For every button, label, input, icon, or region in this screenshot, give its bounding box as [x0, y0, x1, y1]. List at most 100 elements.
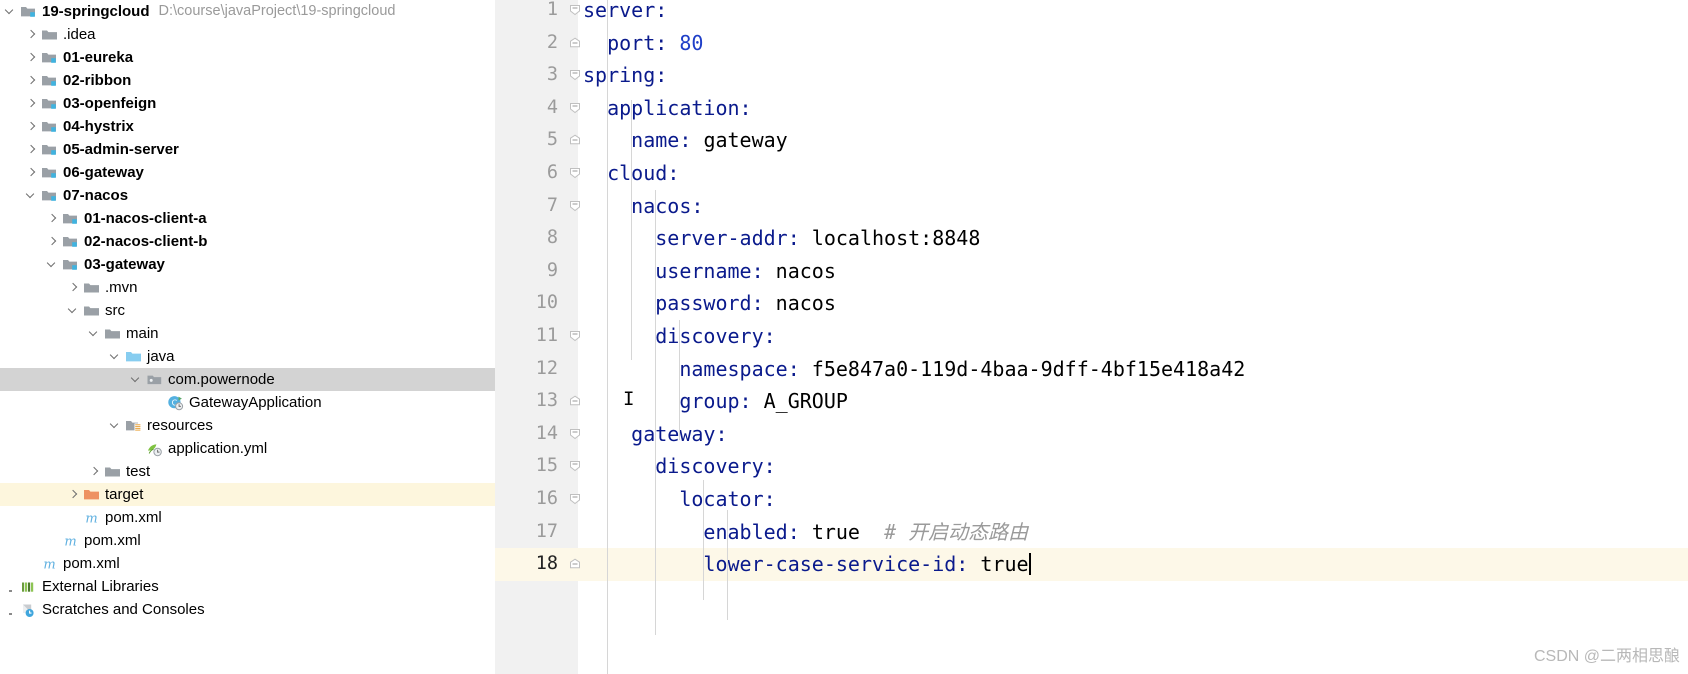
fold-end-icon[interactable]	[569, 27, 583, 49]
chevron-right-icon[interactable]	[25, 166, 38, 179]
code-line[interactable]: 7 nacos:	[495, 190, 1688, 223]
code-editor[interactable]: 1 server: 2 port: 80 3 spring: 4 application:…	[495, 0, 1688, 674]
code-text[interactable]: server:	[583, 0, 667, 27]
code-line[interactable]: 10 password: nacos	[495, 287, 1688, 320]
chevron-down-icon[interactable]	[67, 304, 80, 317]
chevron-right-icon[interactable]	[25, 74, 38, 87]
tree-node[interactable]: 06-gateway	[0, 161, 495, 184]
chevron-down-icon[interactable]	[130, 373, 143, 386]
chevron-right-icon[interactable]	[25, 143, 38, 156]
tree-node[interactable]: main	[0, 322, 495, 345]
code-line[interactable]: 16 locator:	[495, 483, 1688, 516]
chevron-down-icon[interactable]	[46, 258, 59, 271]
tree-node[interactable]: Scratches and Consoles	[0, 598, 495, 621]
chevron-down-icon[interactable]	[4, 5, 17, 18]
project-tool-window[interactable]: 19-springcloud D:\course\javaProject\19-s…	[0, 0, 495, 674]
fold-collapse-icon[interactable]	[569, 450, 583, 472]
code-line[interactable]: 2 port: 80	[495, 27, 1688, 60]
chevron-right-icon[interactable]	[25, 51, 38, 64]
chevron-right-icon[interactable]	[25, 28, 38, 41]
fold-collapse-icon[interactable]	[569, 483, 583, 505]
code-text[interactable]: username: nacos	[583, 255, 836, 288]
tree-node[interactable]: com.powernode	[0, 368, 495, 391]
editor-lines[interactable]: 1 server: 2 port: 80 3 spring: 4 application:…	[495, 0, 1688, 581]
code-text[interactable]: server-addr: localhost:8848	[583, 222, 980, 255]
tree-node[interactable]: 01-nacos-client-a	[0, 207, 495, 230]
tree-node[interactable]: 04-hystrix	[0, 115, 495, 138]
tree-node[interactable]: application.yml	[0, 437, 495, 460]
code-text[interactable]: cloud:	[583, 157, 679, 190]
fold-end-icon[interactable]	[569, 385, 583, 407]
chevron-down-icon[interactable]	[109, 350, 122, 363]
code-text[interactable]: discovery:	[583, 320, 775, 353]
tree-node[interactable]: .idea	[0, 23, 495, 46]
chevron-right-icon[interactable]	[67, 281, 80, 294]
tree-node[interactable]: test	[0, 460, 495, 483]
chevron-right-icon[interactable]	[25, 120, 38, 133]
chevron-down-icon[interactable]	[88, 327, 101, 340]
project-tree[interactable]: 19-springcloud D:\course\javaProject\19-s…	[0, 0, 495, 621]
tree-node[interactable]: 07-nacos	[0, 184, 495, 207]
code-line[interactable]: 13 group: A_GROUP	[495, 385, 1688, 418]
tree-node[interactable]: m pom.xml	[0, 552, 495, 575]
fold-collapse-icon[interactable]	[569, 418, 583, 440]
code-line[interactable]: 6 cloud:	[495, 157, 1688, 190]
tree-node[interactable]: 03-openfeign	[0, 92, 495, 115]
code-text[interactable]: port: 80	[583, 27, 703, 60]
chevron-right-icon[interactable]	[88, 465, 101, 478]
code-line[interactable]: 4 application:	[495, 92, 1688, 125]
fold-collapse-icon[interactable]	[569, 59, 583, 81]
tree-node[interactable]: 05-admin-server	[0, 138, 495, 161]
chevron-down-icon[interactable]	[25, 189, 38, 202]
tree-node[interactable]: 03-gateway	[0, 253, 495, 276]
chevron-down-icon[interactable]	[109, 419, 122, 432]
tree-node[interactable]: .mvn	[0, 276, 495, 299]
code-text[interactable]: application:	[583, 92, 752, 125]
tree-node[interactable]: m pom.xml	[0, 506, 495, 529]
code-text[interactable]: namespace: f5e847a0-119d-4baa-9dff-4bf15…	[583, 353, 1245, 386]
tree-node[interactable]: resources	[0, 414, 495, 437]
tree-node[interactable]: m pom.xml	[0, 529, 495, 552]
tree-node[interactable]: 01-eureka	[0, 46, 495, 69]
fold-collapse-icon[interactable]	[569, 0, 583, 16]
code-text[interactable]: locator:	[583, 483, 775, 516]
code-line[interactable]: 14 gateway:	[495, 418, 1688, 451]
code-text[interactable]: password: nacos	[583, 287, 836, 320]
code-line[interactable]: 8 server-addr: localhost:8848	[495, 222, 1688, 255]
code-line[interactable]: 15 discovery:	[495, 450, 1688, 483]
code-line[interactable]: 12 namespace: f5e847a0-119d-4baa-9dff-4b…	[495, 353, 1688, 386]
fold-collapse-icon[interactable]	[569, 190, 583, 212]
code-text[interactable]: nacos:	[583, 190, 703, 223]
code-text[interactable]: discovery:	[583, 450, 775, 483]
chevron-right-icon[interactable]	[46, 212, 59, 225]
fold-collapse-icon[interactable]	[569, 320, 583, 342]
fold-end-icon[interactable]	[569, 548, 583, 570]
code-text[interactable]: name: gateway	[583, 124, 788, 157]
tree-node[interactable]: C GatewayApplication	[0, 391, 495, 414]
code-line[interactable]: 17 enabled: true # 开启动态路由	[495, 516, 1688, 549]
chevron-right-icon[interactable]	[25, 97, 38, 110]
code-line[interactable]: 1 server:	[495, 0, 1688, 27]
tree-node[interactable]: 02-ribbon	[0, 69, 495, 92]
code-text[interactable]: gateway:	[583, 418, 727, 451]
tree-node[interactable]: 19-springcloud D:\course\javaProject\19-s…	[0, 0, 495, 23]
fold-collapse-icon[interactable]	[569, 92, 583, 114]
tree-node[interactable]: src	[0, 299, 495, 322]
code-text[interactable]: lower-case-service-id: true	[583, 548, 1031, 581]
tree-node[interactable]: External Libraries	[0, 575, 495, 598]
chevron-right-icon[interactable]	[46, 235, 59, 248]
chevron-right-icon[interactable]	[67, 488, 80, 501]
code-line[interactable]: 9 username: nacos	[495, 255, 1688, 288]
code-text[interactable]: enabled: true # 开启动态路由	[583, 516, 1028, 549]
tree-node[interactable]: 02-nacos-client-b	[0, 230, 495, 253]
tree-node[interactable]: target	[0, 483, 495, 506]
tree-dot-icon[interactable]	[4, 603, 17, 616]
code-line[interactable]: 11 discovery:	[495, 320, 1688, 353]
code-line[interactable]: 3 spring:	[495, 59, 1688, 92]
tree-dot-icon[interactable]	[4, 580, 17, 593]
fold-collapse-icon[interactable]	[569, 157, 583, 179]
fold-end-icon[interactable]	[569, 124, 583, 146]
code-text[interactable]: spring:	[583, 59, 667, 92]
tree-node[interactable]: java	[0, 345, 495, 368]
code-line[interactable]: 5 name: gateway	[495, 124, 1688, 157]
